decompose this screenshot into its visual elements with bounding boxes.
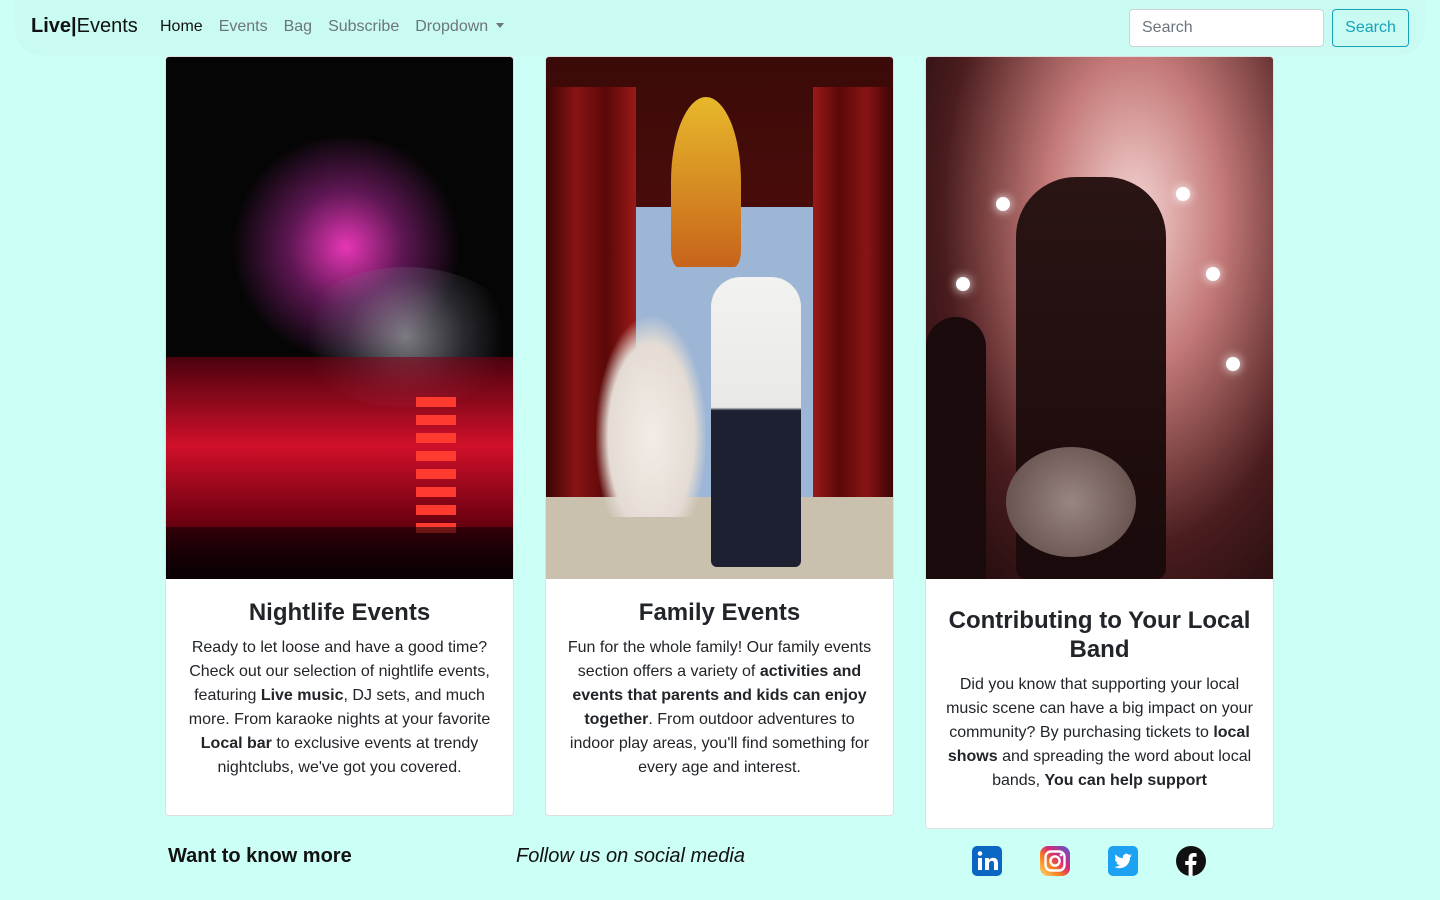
nav-dropdown-label: Dropdown <box>415 18 489 35</box>
nightlife-image <box>166 57 513 579</box>
text-bold: You can help support <box>1044 771 1207 789</box>
text-part: Did you know that supporting your local … <box>946 675 1253 741</box>
brand-logo[interactable]: Live|Events <box>31 15 138 38</box>
card-body: Nightlife Events Ready to let loose and … <box>166 579 513 800</box>
card-nightlife: Nightlife Events Ready to let loose and … <box>165 56 514 816</box>
band-image <box>926 57 1273 579</box>
instagram-icon[interactable] <box>1039 845 1071 877</box>
card-title: Nightlife Events <box>248 599 431 626</box>
chevron-down-icon <box>496 23 505 28</box>
nav-subscribe[interactable]: Subscribe <box>328 18 399 36</box>
card-body: Family Events Fun for the whole family! … <box>546 579 893 800</box>
nav-dropdown[interactable]: Dropdown <box>415 18 505 36</box>
search-button[interactable]: Search <box>1332 9 1409 47</box>
nav-links: Home Events Bag Subscribe Dropdown <box>160 18 505 36</box>
brand-bold: Live| <box>31 15 77 37</box>
footer-follow-text: Follow us on social media <box>516 845 745 867</box>
card-text: Did you know that supporting your local … <box>946 673 1253 793</box>
text-bold: Live music <box>260 686 344 704</box>
twitter-icon[interactable] <box>1107 845 1139 877</box>
footer-title: Want to know more <box>168 845 352 867</box>
navbar: Live|Events Home Events Bag Subscribe Dr… <box>15 0 1425 56</box>
card-text: Fun for the whole family! Our family eve… <box>566 636 873 780</box>
card-body: Contributing to Your Local Band Did you … <box>926 579 1273 813</box>
nav-home[interactable]: Home <box>160 18 203 36</box>
linkedin-icon[interactable] <box>971 845 1003 877</box>
search-input[interactable] <box>1129 9 1324 47</box>
card-local-band: Contributing to Your Local Band Did you … <box>925 56 1274 829</box>
nav-bag[interactable]: Bag <box>284 18 312 36</box>
nav-events[interactable]: Events <box>219 18 268 36</box>
card-family: Family Events Fun for the whole family! … <box>545 56 894 816</box>
text-bold: Local bar <box>200 734 272 752</box>
facebook-icon[interactable] <box>1175 845 1207 877</box>
card-text: Ready to let loose and have a good time?… <box>186 636 493 780</box>
family-image <box>546 57 893 579</box>
card-title: Family Events <box>638 599 801 626</box>
brand-rest: Events <box>76 15 138 37</box>
card-title: Contributing to Your Local Band <box>948 607 1251 663</box>
